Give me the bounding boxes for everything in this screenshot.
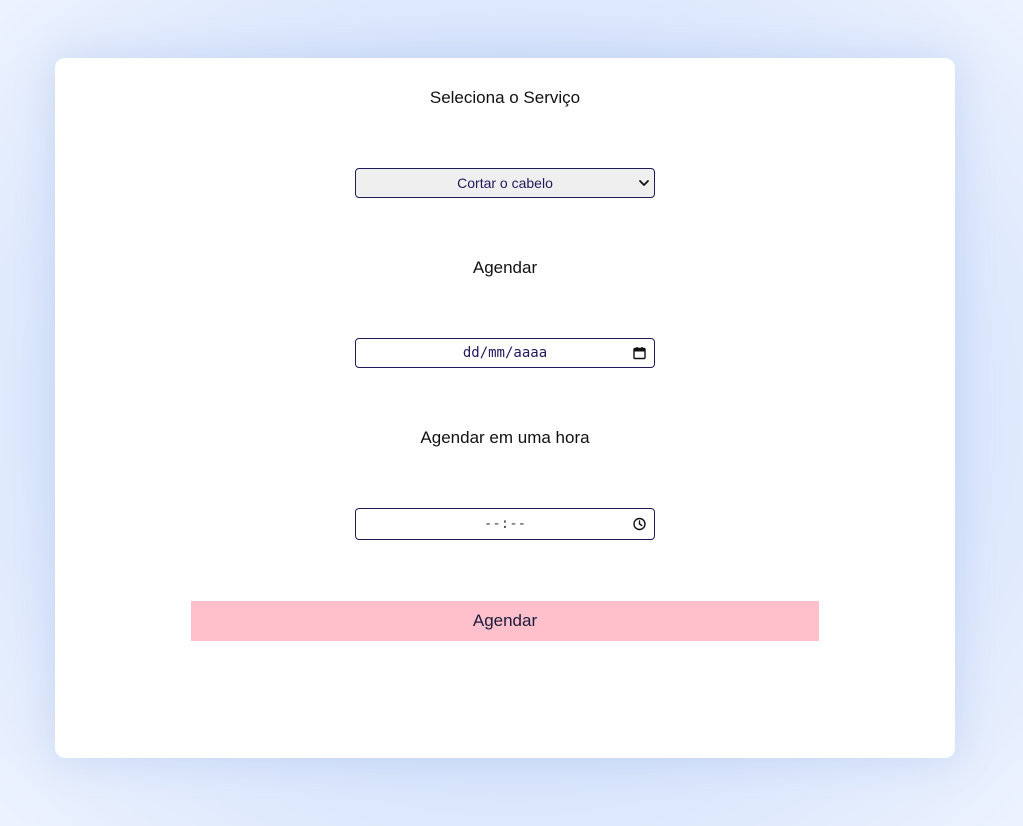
date-placeholder: dd/mm/aaaa (462, 345, 548, 361)
date-label: Agendar (472, 258, 538, 277)
calendar-icon[interactable] (633, 347, 646, 360)
service-select-value: Cortar o cabelo (457, 175, 553, 191)
clock-icon[interactable] (633, 517, 646, 531)
booking-card: Seleciona o Serviço Cortar o cabelo Agen… (55, 58, 955, 758)
date-input[interactable]: dd/mm/aaaa (355, 338, 655, 368)
time-placeholder: --:-- (483, 516, 527, 532)
chevron-down-icon (639, 180, 649, 186)
schedule-button[interactable]: Agendar (191, 601, 819, 641)
time-label: Agendar em uma hora (420, 428, 590, 447)
service-label: Seleciona o Serviço (429, 88, 581, 107)
time-input[interactable]: --:-- (355, 508, 655, 540)
service-select[interactable]: Cortar o cabelo (355, 168, 655, 198)
